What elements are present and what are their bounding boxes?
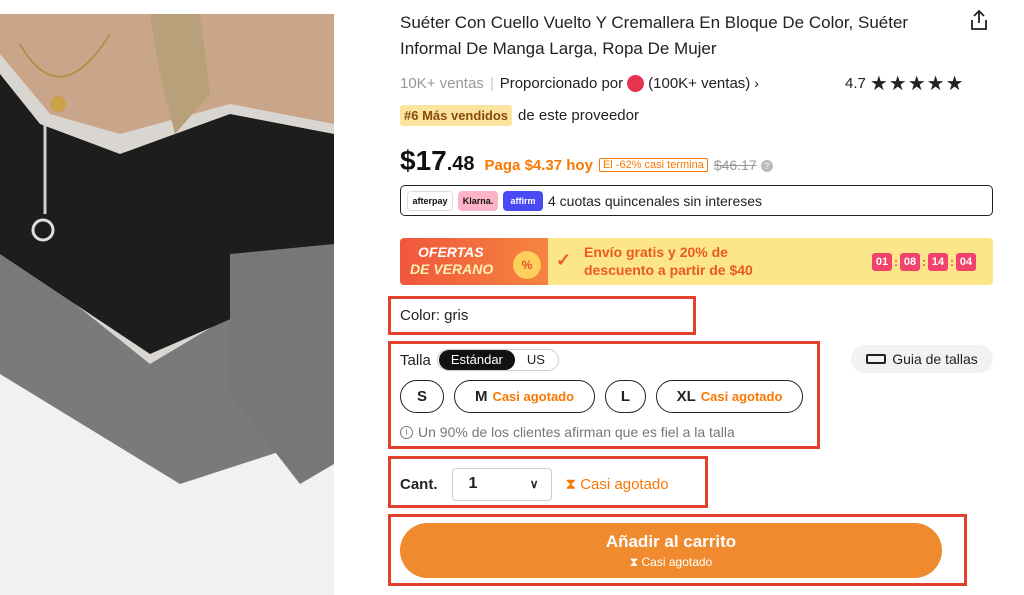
check-icon: ✓ (556, 250, 572, 270)
price-row: $17.48 Paga $4.37 hoy El -62% casi termi… (400, 145, 773, 181)
chevron-down-icon: ∨ (529, 477, 539, 491)
share-icon[interactable] (967, 8, 991, 32)
color-label: Color: gris (400, 307, 469, 324)
size-us-option[interactable]: US (515, 350, 557, 370)
summer-sale-logo: OFERTAS DE VERANO % (400, 238, 548, 285)
rating-value: 4.7 (845, 74, 866, 92)
klarna-logo: Klarna. (458, 190, 498, 211)
bestseller-row: #6 Más vendidos de este proveedor (400, 103, 639, 127)
size-label: Talla (400, 351, 431, 369)
ruler-icon (866, 354, 887, 364)
size-standard-option[interactable]: Estándar (438, 350, 515, 370)
quantity-row: Cant. 1 ∨ ⧗ Casi agotado (400, 467, 669, 501)
color-selector[interactable]: Color: gris (400, 307, 468, 324)
pay-today: Paga $4.37 hoy (484, 157, 593, 174)
rating[interactable]: 4.7 ★★★★★ (845, 72, 965, 95)
size-option-m[interactable]: M Casi agotado (454, 380, 595, 413)
affirm-logo: affirm (503, 190, 543, 211)
divider: | (489, 74, 494, 92)
current-price: $17.48 (400, 145, 475, 176)
afterpay-logo: afterpay (407, 190, 453, 211)
size-guide-button[interactable]: Guia de tallas (851, 345, 993, 373)
percent-icon: % (513, 251, 541, 279)
quantity-label: Cant. (400, 475, 438, 493)
product-image[interactable] (0, 14, 334, 595)
size-option-l[interactable]: L (605, 380, 646, 413)
quantity-select[interactable]: 1 ∨ (451, 467, 552, 501)
help-icon[interactable]: ? (760, 160, 773, 172)
installments-banner[interactable]: afterpay Klarna. affirm 4 cuotas quincen… (400, 185, 993, 216)
size-option-xl[interactable]: XL Casi agotado (656, 380, 803, 413)
sales-row: 10K+ ventas | Proporcionado por (100K+ v… (400, 72, 759, 94)
size-option-s[interactable]: S (400, 380, 444, 413)
size-options: S M Casi agotado L XL Casi agotado (400, 380, 813, 413)
bestseller-badge[interactable]: #6 Más vendidos (400, 104, 513, 126)
fit-info: i Un 90% de los clientes afirman que es … (400, 424, 735, 440)
product-title: Suéter Con Cuello Vuelto Y Cremallera En… (400, 13, 909, 58)
sales-count: 10K+ ventas (400, 74, 484, 92)
add-to-cart-label: Añadir al carrito (605, 532, 737, 551)
size-header: Talla Estándar US (400, 348, 559, 372)
size-guide-label: Guia de tallas (892, 351, 978, 367)
bestseller-text: de este proveedor (518, 106, 639, 124)
discount-badge: El -62% casi termina (598, 158, 708, 172)
provided-by-link[interactable]: Proporcionado por (500, 75, 623, 92)
countdown-timer: 01: 08: 14: 04 (872, 253, 976, 271)
star-rating-icon: ★★★★★ (869, 72, 965, 95)
fit-text: Un 90% de los clientes afirman que es fi… (418, 424, 735, 440)
original-price: $46.17 (713, 157, 757, 173)
store-logo-icon[interactable] (627, 74, 645, 92)
store-sales[interactable]: (100K+ ventas) (648, 75, 750, 92)
installments-text: 4 cuotas quincenales sin intereses (548, 192, 763, 209)
chevron-right-icon[interactable]: › (754, 75, 759, 91)
size-system-toggle[interactable]: Estándar US (436, 349, 559, 371)
summer-promo-banner[interactable]: OFERTAS DE VERANO % ✓ Envío gratis y 20%… (400, 238, 993, 285)
promo-text: Envío gratis y 20% de descuento a partir… (584, 244, 753, 278)
info-icon: i (400, 425, 413, 439)
quantity-value: 1 (468, 475, 478, 492)
add-to-cart-button[interactable]: Añadir al carrito ⧗ Casi agotado (400, 523, 942, 578)
cart-stock-status: ⧗ Casi agotado (629, 555, 713, 569)
stock-status: ⧗ Casi agotado (565, 475, 669, 493)
